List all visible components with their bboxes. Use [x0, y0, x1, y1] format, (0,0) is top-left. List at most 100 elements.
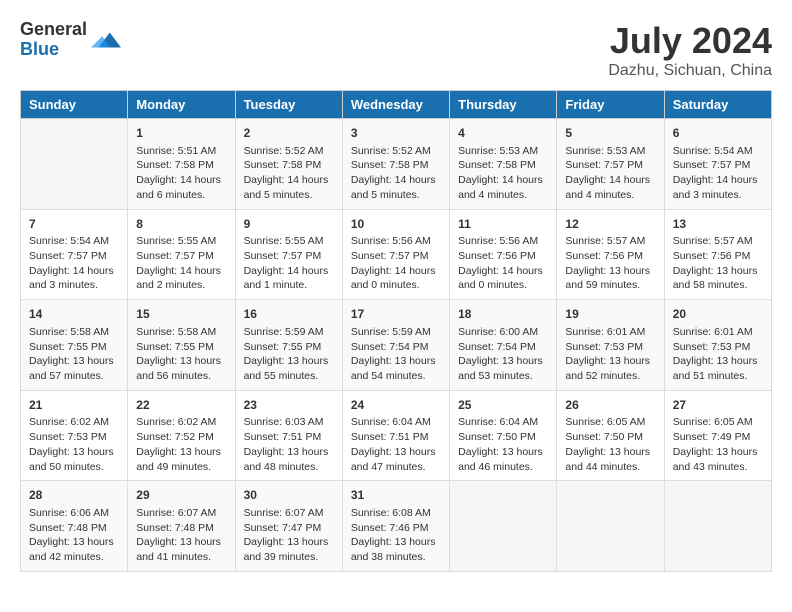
calendar-cell: 30 Sunrise: 6:07 AM Sunset: 7:47 PM Dayli… — [235, 481, 342, 572]
calendar-cell: 12Sunrise: 5:57 AM Sunset: 7:56 PM Dayli… — [557, 209, 664, 300]
calendar-cell: 31Sunrise: 6:08 AM Sunset: 7:46 PM Dayli… — [342, 481, 449, 572]
day-number: 5 — [565, 125, 655, 142]
location-title: Dazhu, Sichuan, China — [608, 62, 772, 80]
day-number: 20 — [673, 306, 763, 323]
calendar-cell: 5 Sunrise: 5:53 AM Sunset: 7:57 PM Daylig… — [557, 119, 664, 210]
day-number: 27 — [673, 397, 763, 414]
day-info: Sunrise: 5:54 AM Sunset: 7:57 PM Dayligh… — [673, 144, 763, 203]
day-info: Sunrise: 6:05 AM Sunset: 7:50 PM Dayligh… — [565, 415, 655, 474]
day-number: 7 — [29, 216, 119, 233]
month-title: July 2024 — [608, 20, 772, 62]
day-number: 21 — [29, 397, 119, 414]
day-info: Sunrise: 5:59 AM Sunset: 7:55 PM Dayligh… — [244, 325, 334, 384]
logo-blue: Blue — [20, 40, 87, 60]
day-info: Sunrise: 5:53 AM Sunset: 7:57 PM Dayligh… — [565, 144, 655, 203]
day-number: 8 — [136, 216, 226, 233]
header-friday: Friday — [557, 91, 664, 119]
calendar-cell: 14 Sunrise: 5:58 AM Sunset: 7:55 PM Dayli… — [21, 300, 128, 391]
header-wednesday: Wednesday — [342, 91, 449, 119]
day-info: Sunrise: 5:51 AM Sunset: 7:58 PM Dayligh… — [136, 144, 226, 203]
calendar-cell — [21, 119, 128, 210]
day-info: Sunrise: 5:55 AM Sunset: 7:57 PM Dayligh… — [136, 234, 226, 293]
day-number: 2 — [244, 125, 334, 142]
week-row-2: 7Sunrise: 5:54 AM Sunset: 7:57 PM Daylig… — [21, 209, 772, 300]
day-info: Sunrise: 5:58 AM Sunset: 7:55 PM Dayligh… — [136, 325, 226, 384]
calendar-cell: 15 Sunrise: 5:58 AM Sunset: 7:55 PM Dayli… — [128, 300, 235, 391]
day-number: 9 — [244, 216, 334, 233]
day-info: Sunrise: 6:06 AM Sunset: 7:48 PM Dayligh… — [29, 506, 119, 565]
day-info: Sunrise: 6:05 AM Sunset: 7:49 PM Dayligh… — [673, 415, 763, 474]
calendar-cell — [664, 481, 771, 572]
day-info: Sunrise: 6:07 AM Sunset: 7:47 PM Dayligh… — [244, 506, 334, 565]
calendar-cell: 7Sunrise: 5:54 AM Sunset: 7:57 PM Daylig… — [21, 209, 128, 300]
day-info: Sunrise: 5:59 AM Sunset: 7:54 PM Dayligh… — [351, 325, 441, 384]
day-number: 17 — [351, 306, 441, 323]
day-info: Sunrise: 5:54 AM Sunset: 7:57 PM Dayligh… — [29, 234, 119, 293]
day-number: 28 — [29, 487, 119, 504]
logo-general: General — [20, 20, 87, 40]
day-number: 19 — [565, 306, 655, 323]
day-info: Sunrise: 5:53 AM Sunset: 7:58 PM Dayligh… — [458, 144, 548, 203]
day-number: 3 — [351, 125, 441, 142]
week-row-4: 21Sunrise: 6:02 AM Sunset: 7:53 PM Dayli… — [21, 390, 772, 481]
day-info: Sunrise: 6:04 AM Sunset: 7:51 PM Dayligh… — [351, 415, 441, 474]
calendar-cell: 27Sunrise: 6:05 AM Sunset: 7:49 PM Dayli… — [664, 390, 771, 481]
header-sunday: Sunday — [21, 91, 128, 119]
calendar-cell: 17 Sunrise: 5:59 AM Sunset: 7:54 PM Dayli… — [342, 300, 449, 391]
day-info: Sunrise: 5:56 AM Sunset: 7:56 PM Dayligh… — [458, 234, 548, 293]
day-info: Sunrise: 5:55 AM Sunset: 7:57 PM Dayligh… — [244, 234, 334, 293]
calendar-table: SundayMondayTuesdayWednesdayThursdayFrid… — [20, 90, 772, 572]
calendar-cell: 18 Sunrise: 6:00 AM Sunset: 7:54 PM Dayli… — [450, 300, 557, 391]
calendar-cell: 13Sunrise: 5:57 AM Sunset: 7:56 PM Dayli… — [664, 209, 771, 300]
calendar-cell: 25Sunrise: 6:04 AM Sunset: 7:50 PM Dayli… — [450, 390, 557, 481]
calendar-cell: 29 Sunrise: 6:07 AM Sunset: 7:48 PM Dayli… — [128, 481, 235, 572]
logo-icon — [91, 25, 121, 55]
day-info: Sunrise: 6:07 AM Sunset: 7:48 PM Dayligh… — [136, 506, 226, 565]
day-number: 30 — [244, 487, 334, 504]
day-info: Sunrise: 6:00 AM Sunset: 7:54 PM Dayligh… — [458, 325, 548, 384]
week-row-1: 1Sunrise: 5:51 AM Sunset: 7:58 PM Daylig… — [21, 119, 772, 210]
day-number: 6 — [673, 125, 763, 142]
day-number: 22 — [136, 397, 226, 414]
day-info: Sunrise: 6:08 AM Sunset: 7:46 PM Dayligh… — [351, 506, 441, 565]
day-number: 23 — [244, 397, 334, 414]
day-number: 15 — [136, 306, 226, 323]
calendar-cell: 4Sunrise: 5:53 AM Sunset: 7:58 PM Daylig… — [450, 119, 557, 210]
day-info: Sunrise: 6:02 AM Sunset: 7:53 PM Dayligh… — [29, 415, 119, 474]
logo: General Blue — [20, 20, 121, 60]
day-info: Sunrise: 5:52 AM Sunset: 7:58 PM Dayligh… — [244, 144, 334, 203]
day-number: 13 — [673, 216, 763, 233]
calendar-cell: 3 Sunrise: 5:52 AM Sunset: 7:58 PM Daylig… — [342, 119, 449, 210]
week-row-5: 28 Sunrise: 6:06 AM Sunset: 7:48 PM Dayli… — [21, 481, 772, 572]
calendar-cell: 11Sunrise: 5:56 AM Sunset: 7:56 PM Dayli… — [450, 209, 557, 300]
day-info: Sunrise: 5:58 AM Sunset: 7:55 PM Dayligh… — [29, 325, 119, 384]
calendar-cell — [450, 481, 557, 572]
day-number: 29 — [136, 487, 226, 504]
calendar-cell: 6 Sunrise: 5:54 AM Sunset: 7:57 PM Daylig… — [664, 119, 771, 210]
calendar-cell: 24Sunrise: 6:04 AM Sunset: 7:51 PM Dayli… — [342, 390, 449, 481]
calendar-cell: 2 Sunrise: 5:52 AM Sunset: 7:58 PM Daylig… — [235, 119, 342, 210]
calendar-cell: 21Sunrise: 6:02 AM Sunset: 7:53 PM Dayli… — [21, 390, 128, 481]
calendar-body: 1Sunrise: 5:51 AM Sunset: 7:58 PM Daylig… — [21, 119, 772, 572]
day-number: 18 — [458, 306, 548, 323]
calendar-cell: 1Sunrise: 5:51 AM Sunset: 7:58 PM Daylig… — [128, 119, 235, 210]
day-number: 10 — [351, 216, 441, 233]
calendar-cell: 10Sunrise: 5:56 AM Sunset: 7:57 PM Dayli… — [342, 209, 449, 300]
header-saturday: Saturday — [664, 91, 771, 119]
calendar-header: SundayMondayTuesdayWednesdayThursdayFrid… — [21, 91, 772, 119]
day-info: Sunrise: 6:01 AM Sunset: 7:53 PM Dayligh… — [565, 325, 655, 384]
day-number: 24 — [351, 397, 441, 414]
day-number: 14 — [29, 306, 119, 323]
logo-text: General Blue — [20, 20, 87, 60]
calendar-cell: 22Sunrise: 6:02 AM Sunset: 7:52 PM Dayli… — [128, 390, 235, 481]
day-info: Sunrise: 5:52 AM Sunset: 7:58 PM Dayligh… — [351, 144, 441, 203]
day-info: Sunrise: 6:02 AM Sunset: 7:52 PM Dayligh… — [136, 415, 226, 474]
day-number: 12 — [565, 216, 655, 233]
day-info: Sunrise: 6:04 AM Sunset: 7:50 PM Dayligh… — [458, 415, 548, 474]
page-header: General Blue July 2024 Dazhu, Sichuan, C… — [20, 20, 772, 80]
day-number: 11 — [458, 216, 548, 233]
header-tuesday: Tuesday — [235, 91, 342, 119]
header-row: SundayMondayTuesdayWednesdayThursdayFrid… — [21, 91, 772, 119]
header-monday: Monday — [128, 91, 235, 119]
day-number: 26 — [565, 397, 655, 414]
